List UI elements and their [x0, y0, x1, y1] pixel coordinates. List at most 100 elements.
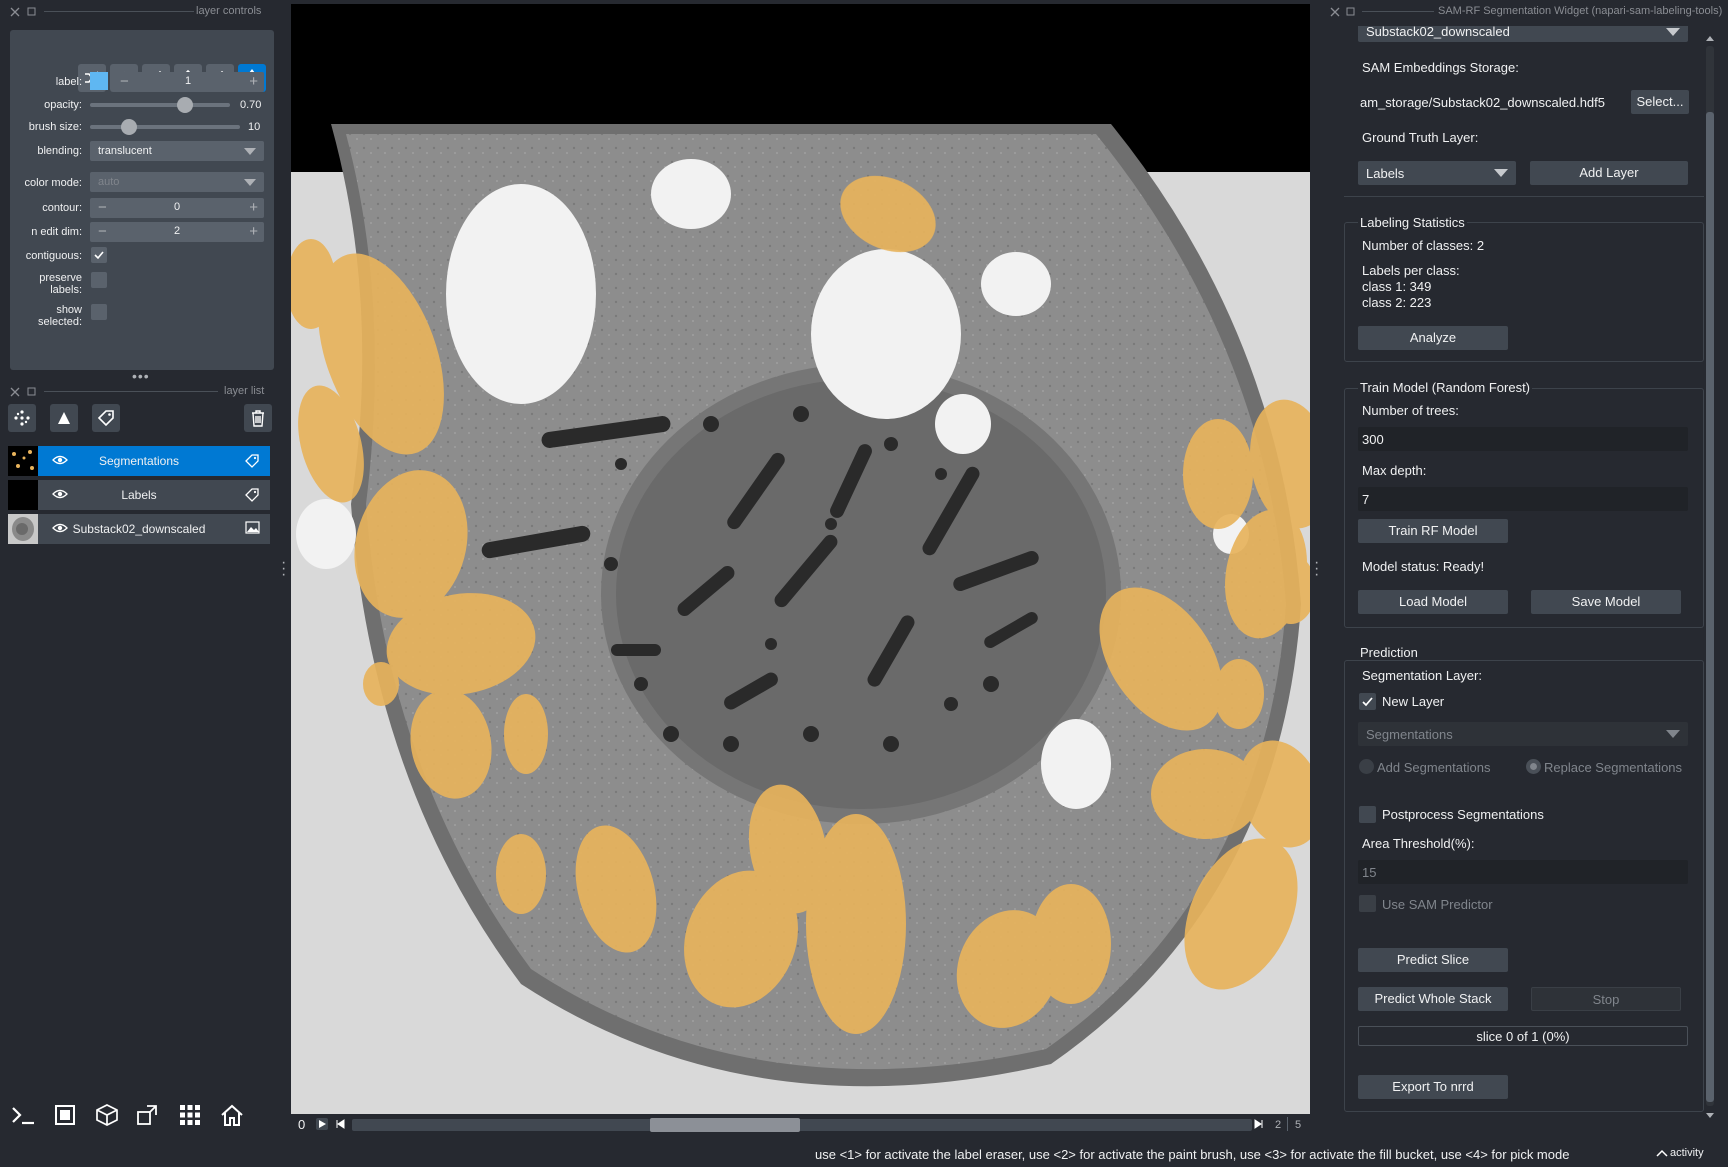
- plus-icon[interactable]: +: [249, 73, 258, 91]
- export-button[interactable]: Export To nrrd: [1358, 1075, 1508, 1099]
- postprocess-checkbox[interactable]: [1359, 806, 1376, 823]
- class-2-count: class 2: 223: [1362, 295, 1432, 310]
- preserve-labels-text-1: preserve: [39, 272, 82, 284]
- layer-row-labels[interactable]: Labels: [8, 480, 270, 510]
- n-edit-dim-spinbox[interactable]: −2 +: [90, 222, 264, 242]
- contour-spinbox[interactable]: −0 +: [90, 198, 264, 218]
- roll-dims-button[interactable]: [92, 1100, 122, 1130]
- brush-size-slider[interactable]: [90, 125, 240, 129]
- add-layer-button[interactable]: Add Layer: [1530, 161, 1688, 185]
- float-dock-icon[interactable]: [27, 386, 37, 396]
- load-model-button[interactable]: Load Model: [1358, 590, 1508, 614]
- new-layer-checkbox[interactable]: [1359, 693, 1376, 710]
- brush-size-slider-handle[interactable]: [121, 119, 137, 135]
- grid-icon: [180, 1105, 200, 1125]
- color-mode-label: color mode:: [24, 177, 82, 189]
- stop-button[interactable]: Stop: [1531, 987, 1681, 1011]
- float-dock-icon[interactable]: [1346, 6, 1356, 16]
- contour-value: 0: [173, 201, 181, 213]
- dock-splitter-icon[interactable]: · · ·: [281, 555, 286, 583]
- n-edit-dim-label: n edit dim:: [31, 226, 82, 238]
- new-labels-layer-button[interactable]: [92, 404, 120, 432]
- transpose-button[interactable]: [132, 1100, 162, 1130]
- ground-truth-select[interactable]: Labels: [1358, 161, 1516, 185]
- use-sam-checkbox[interactable]: [1359, 895, 1376, 912]
- console-button[interactable]: [8, 1100, 38, 1130]
- scroll-up-icon[interactable]: [1705, 32, 1715, 42]
- n-edit-dim-value: 2: [173, 225, 181, 237]
- train-button[interactable]: Train RF Model: [1358, 519, 1508, 543]
- blending-select[interactable]: translucent: [90, 141, 264, 161]
- layer-row-segmentations[interactable]: Segmentations: [8, 446, 270, 476]
- dock-splitter-icon[interactable]: · · ·: [1314, 555, 1319, 583]
- close-dock-icon[interactable]: [10, 386, 22, 397]
- new-points-layer-button[interactable]: [8, 404, 36, 432]
- image-layer-value: Substack02_downscaled: [1366, 24, 1510, 39]
- class-1-count: class 1: 349: [1362, 279, 1432, 294]
- step-forward-button[interactable]: [1253, 1118, 1265, 1130]
- new-shapes-layer-button[interactable]: [50, 404, 78, 432]
- replace-seg-radio[interactable]: [1526, 759, 1541, 774]
- divider: [1362, 11, 1434, 12]
- opacity-slider[interactable]: [90, 103, 230, 107]
- add-seg-radio[interactable]: [1359, 759, 1374, 774]
- close-dock-icon[interactable]: [10, 6, 22, 17]
- dims-slider-handle[interactable]: [650, 1118, 800, 1132]
- chevron-down-icon: [244, 179, 256, 186]
- divider: [44, 391, 218, 392]
- contiguous-label: contiguous:: [25, 250, 82, 262]
- select-storage-button[interactable]: Select...: [1631, 90, 1689, 114]
- seg-layer-select[interactable]: Segmentations: [1358, 722, 1688, 746]
- color-mode-select[interactable]: auto: [90, 172, 264, 192]
- area-input[interactable]: 15: [1358, 860, 1688, 884]
- ground-truth-value: Labels: [1366, 166, 1405, 181]
- viewer-canvas[interactable]: [291, 4, 1310, 1114]
- widget-title: SAM-RF Segmentation Widget (napari-sam-l…: [1438, 5, 1723, 17]
- layer-controls-title: layer controls: [196, 5, 262, 17]
- chevron-up-icon: [1656, 1149, 1668, 1157]
- save-model-button[interactable]: Save Model: [1531, 590, 1681, 614]
- home-button[interactable]: [217, 1100, 247, 1130]
- analyze-button[interactable]: Analyze: [1358, 326, 1508, 350]
- seg-layer-value: Segmentations: [1366, 727, 1453, 742]
- predict-stack-button[interactable]: Predict Whole Stack: [1358, 987, 1508, 1011]
- grid-view-button[interactable]: [175, 1100, 205, 1130]
- layer-name: Substack02_downscaled: [72, 522, 206, 536]
- toggle-ndisplay-button[interactable]: [50, 1100, 80, 1130]
- layer-list-title: layer list: [224, 385, 265, 397]
- scrollbar-thumb[interactable]: [1706, 112, 1714, 1102]
- delete-layer-button[interactable]: [244, 404, 272, 432]
- tag-icon: [97, 410, 114, 427]
- trees-input[interactable]: 300: [1358, 427, 1688, 451]
- predict-slice-button[interactable]: Predict Slice: [1358, 948, 1508, 972]
- layer-name: Segmentations: [98, 454, 180, 468]
- preserve-labels-checkbox[interactable]: [91, 272, 107, 288]
- area-label: Area Threshold(%):: [1362, 836, 1475, 851]
- statistics-title: Labeling Statistics: [1358, 215, 1467, 230]
- plus-icon[interactable]: +: [249, 199, 258, 217]
- step-back-button[interactable]: [334, 1118, 346, 1130]
- plus-icon[interactable]: +: [249, 223, 258, 241]
- splitter-handle-icon[interactable]: •••: [132, 368, 150, 384]
- scroll-down-icon[interactable]: [1705, 1110, 1715, 1120]
- console-icon: [12, 1107, 34, 1125]
- storage-label: SAM Embeddings Storage:: [1362, 60, 1519, 75]
- layer-name: Labels: [121, 488, 157, 502]
- activity-button[interactable]: activity: [1656, 1147, 1704, 1159]
- close-dock-icon[interactable]: [1330, 6, 1340, 17]
- divider: [1287, 1117, 1288, 1131]
- float-dock-icon[interactable]: [27, 6, 37, 16]
- train-title: Train Model (Random Forest): [1358, 380, 1533, 395]
- opacity-slider-handle[interactable]: [177, 97, 193, 113]
- transpose-icon: [137, 1105, 157, 1125]
- layer-row-substack[interactable]: Substack02_downscaled: [8, 514, 270, 544]
- depth-label: Max depth:: [1362, 463, 1427, 478]
- chevron-down-icon: [244, 148, 256, 155]
- label-spinbox[interactable]: −1 +: [112, 72, 264, 92]
- contiguous-checkbox[interactable]: [91, 247, 107, 263]
- play-button[interactable]: [316, 1118, 328, 1130]
- show-selected-checkbox[interactable]: [91, 304, 107, 320]
- new-layer-label: New Layer: [1382, 694, 1445, 709]
- dims-slider[interactable]: [352, 1119, 1252, 1131]
- depth-input[interactable]: 7: [1358, 487, 1688, 511]
